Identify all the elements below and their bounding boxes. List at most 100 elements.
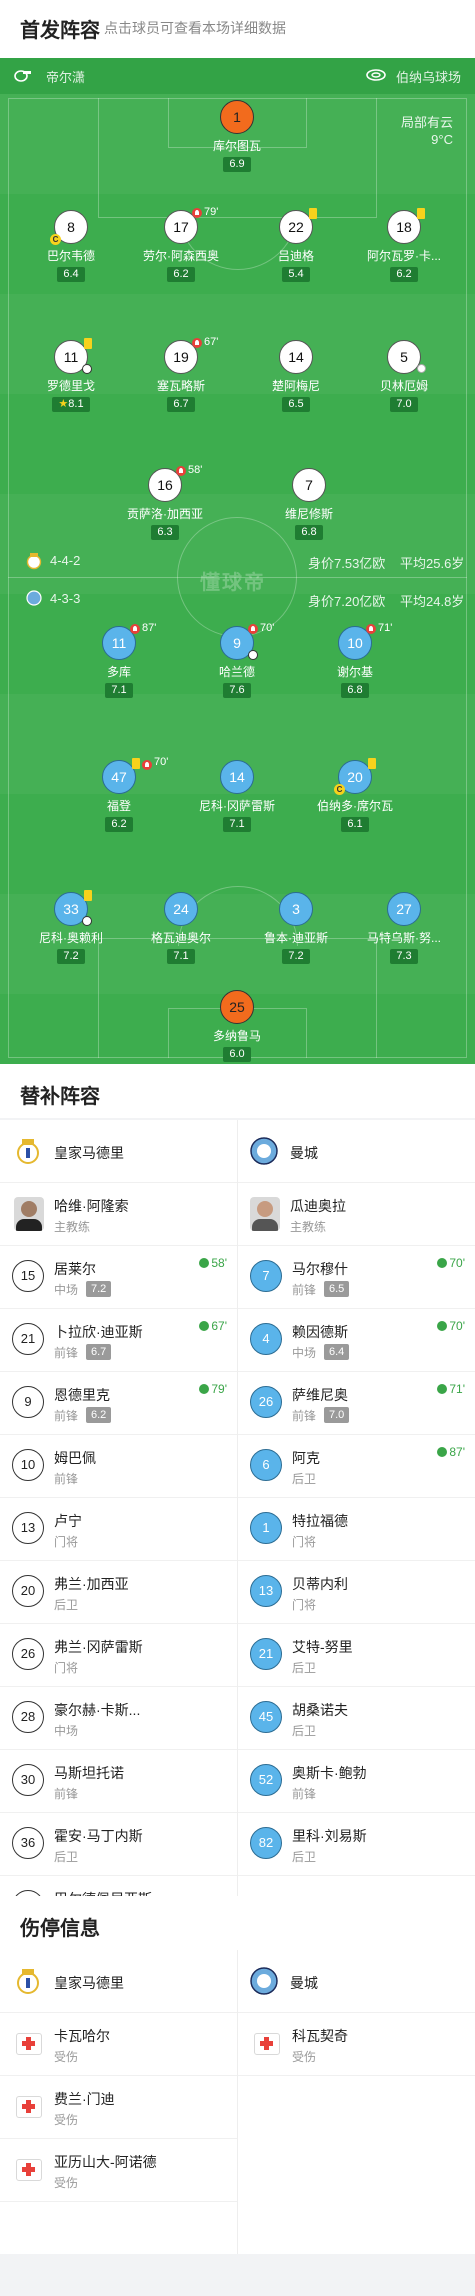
player-rating: 6.2 (105, 817, 133, 832)
sub-player-row[interactable]: 7 马尔穆什 前锋 6.5 70' (238, 1246, 475, 1309)
injury-row[interactable]: 亚历山大-阿诺德 受伤 (0, 2139, 237, 2202)
sub-off-icon (248, 624, 258, 634)
sub-player-row[interactable]: 13 卢宁 门将 (0, 1498, 237, 1561)
sub-time: 70' (154, 756, 169, 768)
away-player-rb[interactable]: 27 马特乌斯·努... 7.3 (359, 892, 449, 964)
injury-home-team-row[interactable]: 皇家马德里 (0, 1950, 237, 2013)
player-number: 82 (250, 1827, 282, 1859)
injuries-header: 伤停信息 (0, 1896, 475, 1950)
sub-off-icon (142, 760, 152, 770)
away-coach-row[interactable]: 瓜迪奥拉 主教练 (238, 1183, 475, 1246)
player-name: 恩德里克 (54, 1387, 110, 1403)
injury-away-team-row[interactable]: 曼城 (238, 1950, 475, 2013)
player-rating: 6.2 (167, 267, 195, 282)
away-player-cb2[interactable]: 3 鲁本·迪亚斯 7.2 (251, 892, 341, 964)
sub-in-arrow-icon (199, 1321, 210, 1331)
home-player-gk[interactable]: 1 库尔图瓦 6.9 (192, 100, 282, 172)
sub-player-row[interactable]: 52 奥斯卡·鲍勃 前锋 (238, 1750, 475, 1813)
home-coach-row[interactable]: 哈维·阿隆索 主教练 (0, 1183, 237, 1246)
coach-avatar (14, 1197, 44, 1231)
sub-player-row[interactable]: 28 豪尔赫·卡斯... 中场 (0, 1687, 237, 1750)
injury-row[interactable]: 科瓦契奇 受伤 (238, 2013, 475, 2076)
player-rating: 7.2 (86, 1281, 112, 1297)
subs-header: 替补阵容 (0, 1064, 475, 1118)
sub-in-arrow-icon (437, 1258, 448, 1268)
whistle-icon (14, 70, 31, 82)
player-name: 谢尔基 (336, 665, 373, 679)
home-player-rb[interactable]: 8 C 巴尔韦德 6.4 (26, 210, 116, 282)
sub-player-row[interactable]: 13 贝蒂内利 门将 (238, 1561, 475, 1624)
sub-player-row[interactable]: 9 恩德里克 前锋 6.2 79' (0, 1372, 237, 1435)
player-name: 劳尔·阿森西奥 (143, 249, 219, 263)
sub-player-row[interactable]: 21 艾特-努里 后卫 (238, 1624, 475, 1687)
injury-row[interactable]: 费兰·门迪 受伤 (0, 2076, 237, 2139)
sub-off-icon (192, 208, 202, 218)
player-rating: 7.1 (105, 683, 133, 698)
player-name: 伯纳多·席尔瓦 (317, 799, 393, 813)
home-player-st1[interactable]: 16 58' 贡萨洛·加西亚 6.3 (120, 464, 210, 540)
player-rating: 7.0 (390, 397, 418, 412)
player-rating: 6.4 (324, 1344, 350, 1360)
sub-player-row[interactable]: 45 胡桑诺夫 后卫 (238, 1687, 475, 1750)
player-name: 贝蒂内利 (292, 1576, 348, 1592)
sub-player-row[interactable]: 26 萨维尼奥 前锋 7.0 71' (238, 1372, 475, 1435)
home-player-lm[interactable]: 5 贝林厄姆 7.0 (359, 340, 449, 412)
sub-player-row[interactable]: 26 弗兰·冈萨雷斯 门将 (0, 1624, 237, 1687)
sub-player-row[interactable]: 82 里科·刘易斯 后卫 (238, 1813, 475, 1876)
away-player-st[interactable]: 9 70' 哈兰德 7.6 (192, 622, 282, 698)
player-rating: 7.3 (390, 949, 418, 964)
player-rating: 5.4 (282, 267, 310, 282)
sub-time: 87' (142, 622, 157, 634)
sub-time: 71' (378, 622, 393, 634)
away-player-cb1[interactable]: 24 格瓦迪奥尔 7.1 (136, 892, 226, 964)
rating-value: 8.1 (68, 398, 84, 410)
player-rating: 7.0 (324, 1407, 350, 1423)
subs-away-team-row[interactable]: 曼城 (238, 1120, 475, 1183)
home-player-cb2[interactable]: 22 吕迪格 5.4 (251, 208, 341, 282)
player-number: 21 (250, 1638, 282, 1670)
sub-player-row[interactable]: 21 卜拉欣·迪亚斯 前锋 6.7 67' (0, 1309, 237, 1372)
player-number: 47 (102, 760, 136, 794)
injuries-panel: 皇家马德里 曼城 卡瓦哈尔 受伤 费兰·门迪 受伤 亚历山大-阿诺德 受伤 科瓦契奇 受伤 (0, 1950, 475, 2254)
lineup-title: 首发阵容 (20, 20, 100, 42)
player-rating: 6.8 (295, 525, 323, 540)
sub-player-row[interactable]: 10 姆巴佩 前锋 (0, 1435, 237, 1498)
sub-player-row[interactable]: 30 马斯坦托诺 前锋 (0, 1750, 237, 1813)
sub-player-row[interactable]: 4 赖因德斯 中场 6.4 70' (238, 1309, 475, 1372)
home-player-cm2[interactable]: 14 楚阿梅尼 6.5 (251, 340, 341, 412)
away-player-cm2[interactable]: 14 尼科·冈萨雷斯 7.1 (192, 760, 282, 832)
home-player-lb[interactable]: 18 阿尔瓦罗·卡... 6.2 (359, 208, 449, 282)
sub-player-row[interactable]: 20 弗兰·加西亚 后卫 (0, 1561, 237, 1624)
home-player-cm1[interactable]: 19 67' 塞瓦略斯 6.7 (136, 336, 226, 412)
player-name: 艾特-努里 (292, 1639, 353, 1655)
away-player-lw[interactable]: 10 71' 谢尔基 6.8 (310, 622, 400, 698)
away-team-name: 曼城 (290, 1145, 318, 1161)
goal-ball-icon (82, 364, 92, 374)
subs-home-team-row[interactable]: 皇家马德里 (0, 1120, 237, 1183)
sub-time: 70' (260, 622, 275, 634)
sub-player-row[interactable]: 1 特拉福德 门将 (238, 1498, 475, 1561)
player-name: 哈兰德 (218, 665, 255, 679)
away-player-cm3[interactable]: 20 C 伯纳多·席尔瓦 6.1 (310, 758, 400, 832)
away-player-lb[interactable]: 33 尼科·奥赖利 7.2 (26, 890, 116, 964)
yellow-card-icon (309, 208, 317, 219)
sub-player-row[interactable]: 36 霍安·马丁内斯 后卫 (0, 1813, 237, 1876)
player-name: 吕迪格 (277, 249, 314, 263)
away-player-rw[interactable]: 11 87' 多库 7.1 (74, 622, 164, 698)
player-name: 维尼修斯 (284, 507, 333, 521)
assist-icon (417, 364, 426, 373)
injury-row[interactable]: 卡瓦哈尔 受伤 (0, 2013, 237, 2076)
player-name: 萨维尼奥 (292, 1387, 348, 1403)
player-number: 14 (279, 340, 313, 374)
player-name: 胡桑诺夫 (292, 1702, 348, 1718)
sub-player-row[interactable]: 6 阿克 后卫 87' (238, 1435, 475, 1498)
lineup-header: 首发阵容 点击球员可查看本场详细数据 (0, 0, 475, 58)
player-name: 里科·刘易斯 (292, 1828, 367, 1844)
home-player-cb1[interactable]: 17 79' 劳尔·阿森西奥 6.2 (136, 206, 226, 282)
sub-player-row[interactable]: 15 居莱尔 中场 7.2 58' (0, 1246, 237, 1309)
sub-off-icon (176, 466, 186, 476)
away-player-gk[interactable]: 25 多纳鲁马 6.0 (192, 990, 282, 1062)
home-player-rm[interactable]: 11 罗德里戈 ★8.1 (26, 338, 116, 412)
away-player-cm1[interactable]: 47 70' 福登 6.2 (74, 756, 168, 832)
home-player-st2[interactable]: 7 维尼修斯 6.8 (264, 468, 354, 540)
